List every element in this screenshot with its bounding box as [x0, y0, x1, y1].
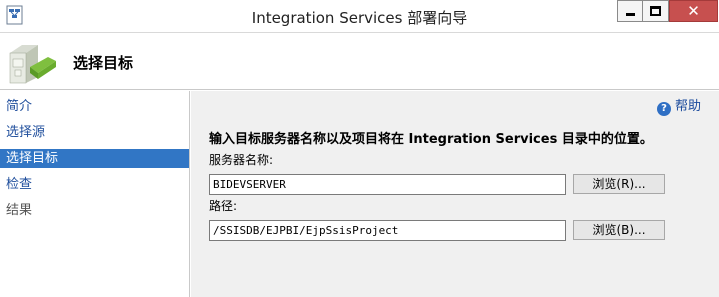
deployment-target-icon — [8, 37, 58, 85]
page-title: 选择目标 — [73, 54, 134, 72]
minimize-icon — [626, 13, 635, 16]
sidebar-item-select-destination[interactable]: 选择目标 — [0, 149, 189, 168]
browse-path-button[interactable]: 浏览(B)... — [573, 220, 665, 240]
window-title: Integration Services 部署向导 — [251, 9, 468, 27]
maximize-icon — [650, 6, 661, 16]
close-icon: ✕ — [687, 2, 700, 20]
sidebar-item-select-source[interactable]: 选择源 — [0, 123, 189, 142]
path-input[interactable]: /SSISDB/EJPBI/EjpSsisProject — [209, 220, 566, 241]
sidebar-item-review[interactable]: 检查 — [0, 175, 189, 194]
instruction-text: 输入目标服务器名称以及项目将在 Integration Services 目录中… — [209, 132, 653, 147]
browse-server-button[interactable]: 浏览(R)... — [573, 174, 665, 194]
maximize-button[interactable] — [643, 0, 669, 22]
title-bar: Integration Services 部署向导 ✕ — [0, 0, 719, 33]
sidebar-item-introduction[interactable]: 简介 — [0, 97, 189, 116]
wizard-header: 选择目标 — [0, 33, 719, 90]
help-icon: ? — [656, 102, 671, 116]
close-button[interactable]: ✕ — [669, 0, 718, 22]
help-link[interactable]: ? 帮助 — [656, 99, 701, 117]
minimize-button[interactable] — [617, 0, 643, 22]
help-label: 帮助 — [674, 99, 701, 114]
path-label: 路径: — [209, 199, 238, 213]
server-name-input[interactable]: BIDEVSERVER — [209, 174, 566, 195]
wizard-content: ? 帮助 输入目标服务器名称以及项目将在 Integration Services… — [191, 91, 719, 297]
sidebar-item-results: 结果 — [6, 203, 33, 218]
server-name-label: 服务器名称: — [209, 153, 274, 167]
wizard-steps-sidebar: 简介 选择源 选择目标 检查 结果 — [0, 91, 190, 297]
